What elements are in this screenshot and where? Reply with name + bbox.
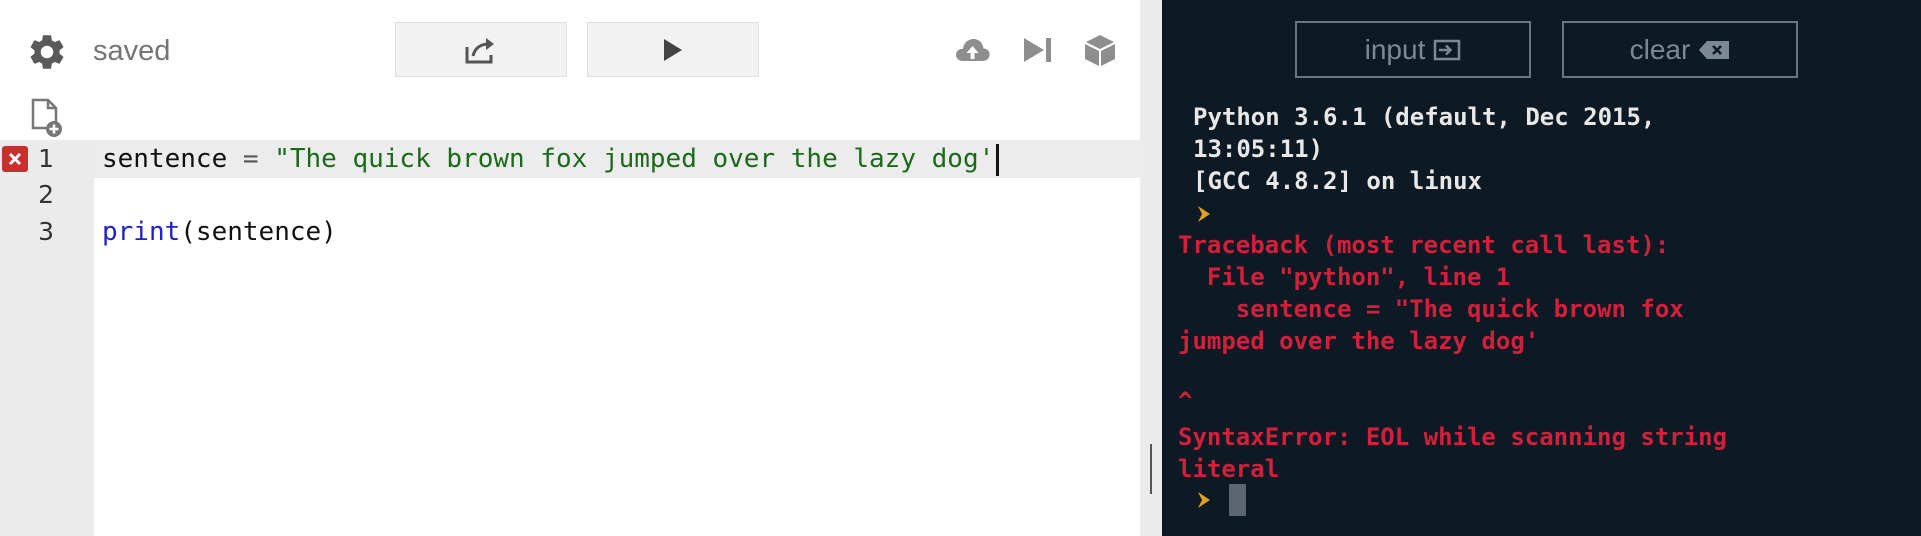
code-token: = bbox=[227, 144, 275, 174]
prompt-chevron-icon bbox=[1198, 206, 1210, 222]
console-pane: input clear Python 3.6.1 (default, Dec 2… bbox=[1162, 0, 1921, 536]
console-error-line: SyntaxError: EOL while scanning string bbox=[1178, 423, 1728, 451]
console-output-line: Python 3.6.1 (default, Dec 2015, bbox=[1193, 103, 1656, 131]
code-token: (sentence) bbox=[180, 217, 337, 247]
builtin-keyword: print bbox=[102, 217, 181, 247]
prompt-chevron-icon bbox=[1198, 492, 1210, 508]
share-icon bbox=[465, 37, 494, 63]
console-error-line: sentence = "The quick brown fox bbox=[1178, 295, 1684, 323]
console-error-line: jumped over the lazy dog' bbox=[1178, 327, 1540, 355]
backspace-icon bbox=[1699, 40, 1730, 59]
code-token: sentence bbox=[102, 144, 228, 174]
input-icon bbox=[1434, 39, 1461, 60]
text-cursor bbox=[996, 143, 1000, 176]
line-number: 3 bbox=[38, 217, 54, 246]
code-line[interactable]: print(sentence) bbox=[102, 214, 337, 250]
console-output-line: 13:05:11) bbox=[1193, 135, 1324, 163]
clear-button-label: clear bbox=[1629, 33, 1691, 65]
console-error-line: Traceback (most recent call last): bbox=[1178, 231, 1670, 259]
string-literal: "The quick brown fox jumped over the laz… bbox=[274, 144, 995, 174]
new-file-icon[interactable] bbox=[30, 98, 64, 138]
input-button-label: input bbox=[1364, 33, 1426, 65]
line-number: 1 bbox=[38, 144, 54, 173]
console-error-line: ^ bbox=[1178, 387, 1193, 415]
editor-pane: saved 1 2 3 sentence = "The quick brown … bbox=[0, 0, 1140, 536]
console-error-line: literal bbox=[1178, 455, 1280, 483]
gear-icon[interactable] bbox=[26, 31, 68, 73]
play-icon bbox=[664, 38, 682, 61]
pane-splitter[interactable] bbox=[1140, 0, 1162, 536]
cloud-upload-icon[interactable] bbox=[953, 33, 991, 67]
input-button[interactable]: input bbox=[1295, 21, 1531, 78]
save-status-label: saved bbox=[93, 35, 171, 67]
console-output-line: [GCC 4.8.2] on linux bbox=[1193, 167, 1482, 195]
line-number: 2 bbox=[38, 180, 54, 209]
code-line[interactable]: sentence = "The quick brown fox jumped o… bbox=[102, 141, 1000, 177]
console-input-cursor[interactable] bbox=[1229, 484, 1246, 516]
share-button[interactable] bbox=[395, 22, 567, 77]
run-button[interactable] bbox=[587, 22, 759, 77]
console-error-line: File "python", line 1 bbox=[1178, 263, 1511, 291]
step-forward-icon[interactable] bbox=[1019, 33, 1057, 67]
splitter-handle[interactable] bbox=[1150, 444, 1152, 494]
package-icon[interactable] bbox=[1081, 33, 1119, 67]
clear-button[interactable]: clear bbox=[1562, 21, 1798, 78]
